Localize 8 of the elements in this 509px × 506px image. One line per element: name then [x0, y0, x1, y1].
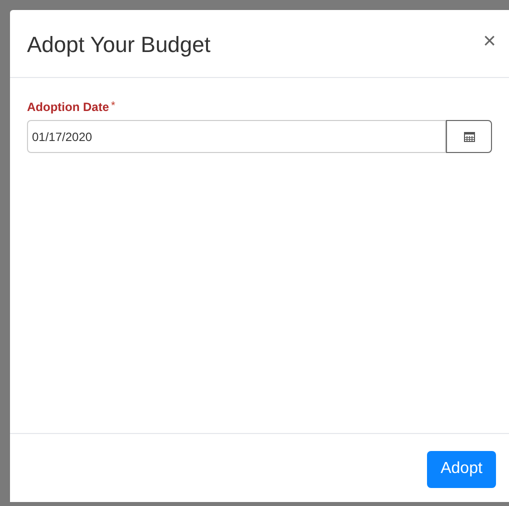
calendar-button[interactable] [446, 120, 492, 153]
required-mark: * [111, 99, 116, 114]
calendar-icon [464, 131, 474, 142]
date-field[interactable]: 01/17/2020 [27, 120, 446, 153]
adopt-button[interactable]: Adopt [427, 450, 496, 488]
field-label: Adoption Date [27, 99, 109, 116]
dialog-title: Adopt Your Budget [27, 31, 210, 59]
close-button[interactable]: × [483, 30, 496, 52]
